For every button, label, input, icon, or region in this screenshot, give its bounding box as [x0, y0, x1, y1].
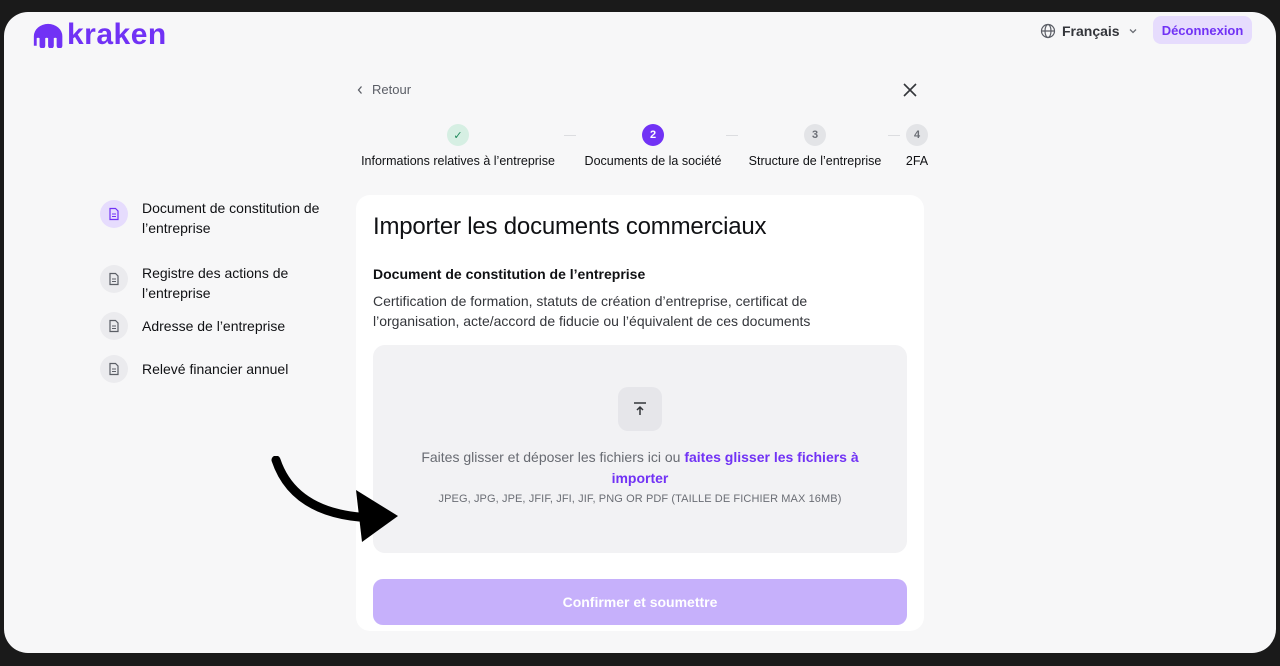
globe-icon — [1040, 23, 1056, 39]
sidebar-item-share-register[interactable]: Registre des actions de l’entreprise — [100, 265, 340, 303]
sidebar-item-label: Registre des actions de l’entreprise — [142, 265, 289, 301]
language-selector[interactable]: Français — [1040, 20, 1138, 42]
step-label: Informations relatives à l’entreprise — [361, 154, 555, 168]
document-description: Certification de formation, statuts de c… — [373, 293, 811, 329]
sidebar-item-constitution[interactable]: Document de constitution de l’entreprise — [100, 200, 340, 238]
sidebar-item-label: Relevé financier annuel — [142, 361, 289, 377]
sidebar-item-label: Adresse de l’entreprise — [142, 318, 286, 334]
step-connector — [564, 135, 576, 136]
sidebar-item-label: Document de constitution de l’entreprise — [142, 200, 320, 236]
chevron-left-icon — [357, 85, 362, 94]
step-check-icon: ✓ — [447, 124, 469, 146]
upload-button[interactable] — [618, 387, 662, 431]
step-label: 2FA — [905, 154, 929, 168]
page-title: Importer les documents commerciaux — [373, 213, 767, 240]
back-link[interactable]: Retour — [356, 82, 411, 97]
document-icon — [100, 200, 128, 228]
back-label: Retour — [372, 82, 412, 97]
confirm-submit-button[interactable]: Confirmer et soumettre — [373, 579, 907, 625]
logout-button[interactable]: Déconnexion — [1153, 16, 1252, 44]
upload-icon — [634, 402, 646, 415]
document-icon — [100, 312, 128, 340]
step-label: Structure de l’entreprise — [748, 154, 882, 168]
document-icon — [100, 265, 128, 293]
upload-card: Importer les documents commerciaux Docum… — [356, 195, 924, 631]
progress-stepper: ✓ Informations relatives à l’entreprise … — [356, 124, 931, 174]
step-company-structure[interactable]: 3 Structure de l’entreprise — [742, 124, 888, 168]
accepted-formats: JPEG, JPG, JPE, JFIF, JFI, JIF, PNG OR P… — [438, 493, 842, 505]
dropzone-instructions: Faites glisser et déposer les fichiers i… — [413, 447, 867, 489]
step-company-info[interactable]: ✓ Informations relatives à l’entreprise — [356, 124, 560, 168]
annotation-arrow-icon — [271, 456, 398, 542]
logo-text: kraken — [67, 18, 167, 51]
sidebar-item-address[interactable]: Adresse de l’entreprise — [100, 312, 340, 340]
document-subtitle: Document de constitution de l’entreprise — [373, 266, 646, 282]
file-dropzone[interactable]: Faites glisser et déposer les fichiers i… — [373, 345, 907, 553]
step-number: 2 — [642, 124, 664, 146]
dropzone-text: Faites glisser et déposer les fichiers i… — [421, 449, 685, 465]
close-icon[interactable] — [900, 80, 920, 100]
step-number: 4 — [906, 124, 928, 146]
sidebar-item-financial-statement[interactable]: Relevé financier annuel — [100, 355, 340, 383]
step-company-documents[interactable]: 2 Documents de la société — [578, 124, 728, 168]
document-icon — [100, 355, 128, 383]
app-window: kraken Français Déconnexion Retour ✓ Inf… — [4, 12, 1276, 653]
chevron-down-icon — [1129, 29, 1137, 34]
language-label: Français — [1062, 23, 1120, 39]
step-2fa[interactable]: 4 2FA — [892, 124, 942, 168]
step-label: Documents de la société — [584, 154, 722, 168]
kraken-logo[interactable]: kraken — [31, 18, 167, 52]
kraken-logo-icon — [33, 23, 63, 48]
step-number: 3 — [804, 124, 826, 146]
